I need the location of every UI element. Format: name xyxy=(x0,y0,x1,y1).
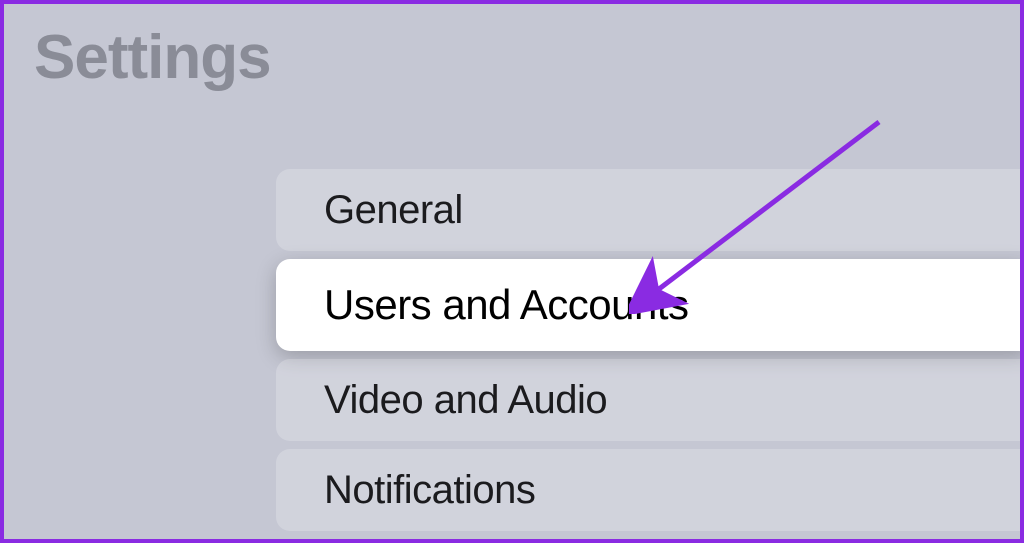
settings-menu: General Users and Accounts Video and Aud… xyxy=(276,169,1024,531)
menu-item-general[interactable]: General xyxy=(276,169,1024,251)
menu-item-label: Video and Audio xyxy=(324,378,607,423)
menu-item-users-and-accounts[interactable]: Users and Accounts xyxy=(276,259,1024,351)
menu-item-label: General xyxy=(324,188,463,233)
menu-item-label: Notifications xyxy=(324,468,535,513)
menu-item-video-and-audio[interactable]: Video and Audio xyxy=(276,359,1024,441)
settings-screen: Settings General Users and Accounts Vide… xyxy=(0,0,1024,543)
menu-item-notifications[interactable]: Notifications xyxy=(276,449,1024,531)
page-title: Settings xyxy=(34,22,271,93)
menu-item-label: Users and Accounts xyxy=(324,281,689,329)
